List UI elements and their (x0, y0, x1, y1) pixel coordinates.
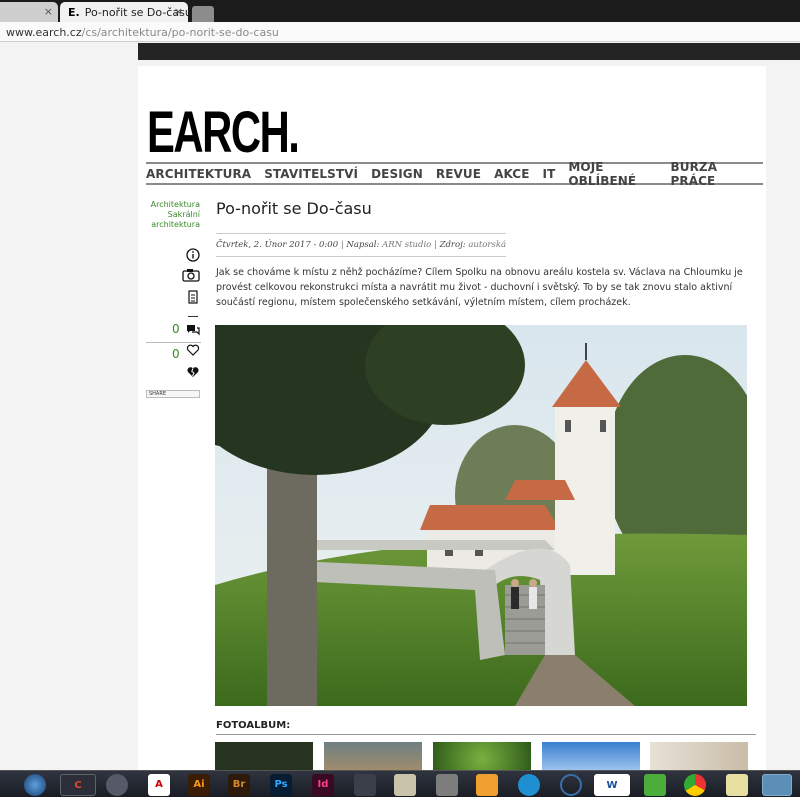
main-nav: ARCHITEKTURA STAVITELSTVÍ DESIGN REVUE A… (146, 160, 763, 188)
source-label: Zdroj: (439, 240, 466, 250)
heart-icon[interactable] (186, 343, 200, 357)
nav-item-revue[interactable]: REVUE (436, 167, 481, 181)
camera-icon[interactable] (182, 268, 200, 282)
chrome-icon[interactable] (684, 774, 706, 796)
acrobat-icon[interactable]: A (148, 774, 170, 796)
tab-bar: × E. Po-nořit se Do-času | EAI × (0, 0, 800, 22)
article-title: Po-nořit se Do-času (216, 199, 372, 218)
search-icon[interactable] (560, 774, 582, 796)
nav-item-architektura[interactable]: ARCHITEKTURA (146, 167, 251, 181)
comment-count: 0 (172, 322, 180, 336)
album-thumbnail[interactable] (650, 742, 748, 770)
nav-item-design[interactable]: DESIGN (371, 167, 423, 181)
photoshop-icon[interactable]: Ps (270, 774, 292, 796)
divider (188, 316, 198, 317)
article-hero-image[interactable] (215, 325, 747, 706)
logo-text: EARCH. (147, 100, 300, 165)
address-bar[interactable]: www.earch.cz/cs/architektura/po-norit-se… (0, 22, 800, 42)
nav-item-moje-oblibene[interactable]: MOJE OBLÍBENÉ (568, 160, 657, 188)
category-link[interactable]: Architektura (146, 200, 200, 210)
url-host: www.earch.cz (6, 26, 82, 39)
unknown-icon[interactable] (354, 774, 376, 796)
nav-item-akce[interactable]: AKCE (494, 167, 529, 181)
album-thumbnail[interactable] (215, 742, 313, 770)
utorrent-icon[interactable] (644, 774, 666, 796)
start-orb-icon[interactable] (24, 774, 46, 796)
bridge-icon[interactable]: Br (228, 774, 250, 796)
explorer-icon[interactable] (394, 774, 416, 796)
album-thumbnail[interactable] (542, 742, 640, 770)
url-path: /cs/architektura/po-norit-se-do-casu (81, 26, 279, 39)
category-link[interactable]: Sakrální (146, 210, 200, 220)
media-player-icon[interactable] (476, 774, 498, 796)
category-links: Architektura Sakrální architektura (146, 200, 200, 230)
info-icon[interactable] (186, 248, 200, 262)
document-icon[interactable] (188, 290, 198, 304)
media-icon[interactable] (106, 774, 128, 796)
ccleaner-icon[interactable]: C (60, 774, 96, 796)
indesign-icon[interactable]: Id (312, 774, 334, 796)
album-thumbnail[interactable] (433, 742, 531, 770)
site-logo[interactable]: EARCH. (147, 104, 300, 162)
comments-icon[interactable] (186, 323, 200, 337)
earch-favicon-icon: E. (68, 6, 80, 19)
share-widget[interactable]: SHARE (146, 390, 200, 398)
fotoalbum-heading: FOTOALBUM: (216, 720, 756, 735)
site-top-band (138, 43, 800, 60)
album-thumbnail[interactable] (324, 742, 422, 770)
article-author[interactable]: ARN studio (382, 240, 431, 250)
article-meta: Čtvrtek, 2. Únor 2017 - 0:00 | Napsal: A… (216, 233, 506, 257)
close-tab-icon[interactable]: × (44, 5, 53, 18)
article-date: Čtvrtek, 2. Únor 2017 - 0:00 (216, 240, 339, 250)
tab-inactive[interactable]: × (0, 2, 58, 22)
article-source: autorská zpráva (468, 240, 506, 250)
article-lead: Jak se chováme k místu z něhž pocházíme?… (216, 267, 743, 308)
share-label: SHARE (149, 391, 166, 397)
close-tab-icon[interactable]: × (174, 5, 183, 18)
like-count: 0 (172, 347, 180, 361)
tab-title: Po-nořit se Do-času | EAI (84, 6, 188, 19)
category-link[interactable]: architektura (146, 220, 200, 230)
taskbar: C A Ai Br Ps Id W (0, 770, 800, 797)
word-icon[interactable]: W (594, 774, 630, 796)
sticky-notes-icon[interactable] (726, 774, 748, 796)
window-icon[interactable] (762, 774, 792, 796)
new-tab-button[interactable] (192, 6, 214, 22)
tab-active[interactable]: E. Po-nořit se Do-času | EAI × (60, 2, 188, 22)
nav-item-burza-prace[interactable]: BURZA PRÁCE (671, 160, 751, 188)
nav-item-it[interactable]: IT (543, 167, 556, 181)
illustrator-icon[interactable]: Ai (188, 774, 210, 796)
window-manager-icon[interactable] (436, 774, 458, 796)
nav-item-stavitelstvi[interactable]: STAVITELSTVÍ (264, 167, 358, 181)
author-label: Napsal: (346, 240, 380, 250)
skype-icon[interactable] (518, 774, 540, 796)
broken-heart-icon[interactable] (186, 365, 200, 379)
page-content: EARCH. ARCHITEKTURA STAVITELSTVÍ DESIGN … (138, 66, 766, 770)
